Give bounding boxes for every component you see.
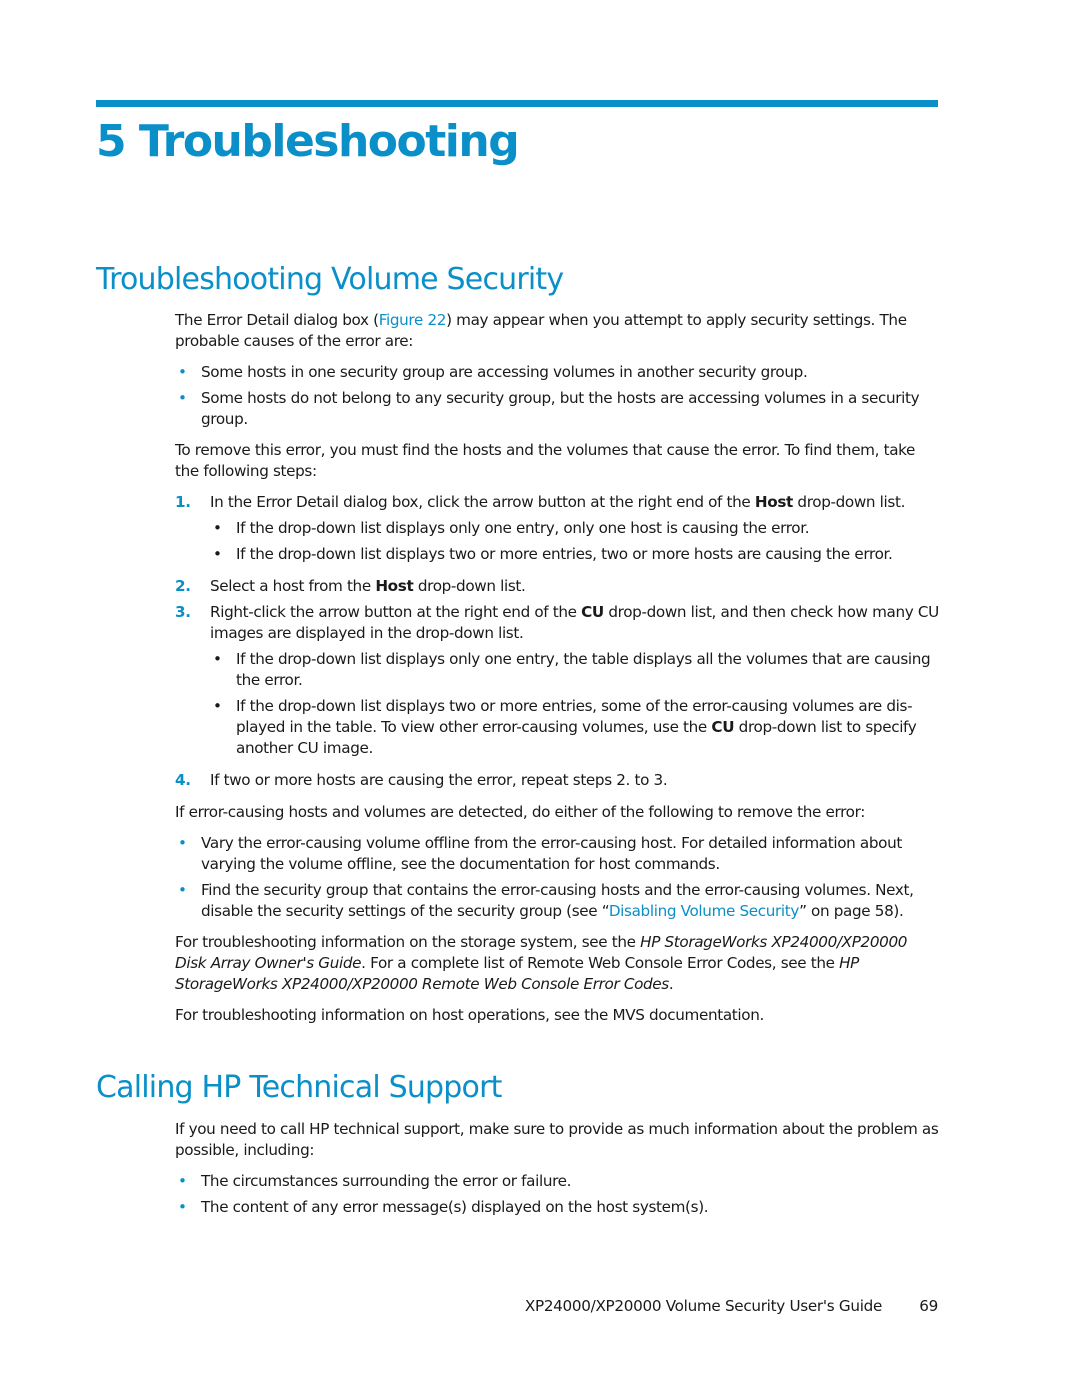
steps-list: 1. In the Error Detail dialog box, click … xyxy=(175,492,940,791)
step-number: 1. xyxy=(175,493,191,511)
bullet-icon: • xyxy=(178,834,187,852)
list-item-text: The content of any error message(s) disp… xyxy=(201,1198,709,1216)
sub-item: • If the drop-down list displays two or m… xyxy=(175,696,940,759)
bullet-icon: • xyxy=(213,545,222,563)
support-list: • The circumstances surrounding the error… xyxy=(175,1171,940,1218)
ui-term: Host xyxy=(375,577,414,595)
list-item-text: Some hosts in one security group are acc… xyxy=(201,363,808,381)
host-ops-paragraph: For troubleshooting information on host … xyxy=(175,1006,764,1024)
figure-22-link[interactable]: Figure 22 xyxy=(379,311,447,329)
page-number: 69 xyxy=(919,1297,938,1315)
list-item: • Find the security group that contains t… xyxy=(175,880,940,922)
list-item: • The content of any error message(s) dis… xyxy=(175,1197,940,1218)
sub-item-text: If the drop-down list displays only one … xyxy=(236,650,931,689)
list-item: • Some hosts in one security group are ac… xyxy=(175,362,940,383)
bullet-icon: • xyxy=(213,650,222,668)
ui-term: CU xyxy=(711,718,735,736)
step-item: 1. In the Error Detail dialog box, click … xyxy=(175,492,940,513)
step-item: 4. If two or more hosts are causing the e… xyxy=(175,770,940,791)
chapter-title: 5 Troubleshooting xyxy=(96,116,520,167)
bullet-icon: • xyxy=(213,697,222,715)
step-text: drop-down list. xyxy=(792,493,906,511)
list-item: • Some hosts do not belong to any securit… xyxy=(175,388,940,430)
section-heading-tech-support: Calling HP Technical Support xyxy=(96,1070,502,1105)
remedy-intro: If error-causing hosts and volumes are d… xyxy=(175,803,865,821)
step-item: 2. Select a host from the Host drop-down … xyxy=(175,576,940,597)
bullet-icon: • xyxy=(178,389,187,407)
list-item: • The circumstances surrounding the error… xyxy=(175,1171,940,1192)
step-item: 3. Right-click the arrow button at the ri… xyxy=(175,602,940,644)
step-text: If two or more hosts are causing the err… xyxy=(210,771,668,789)
section-heading-volume-security: Troubleshooting Volume Security xyxy=(96,262,564,297)
steps-intro: To remove this error, you must find the … xyxy=(175,441,916,480)
bullet-icon: • xyxy=(213,519,222,537)
sub-item: • If the drop-down list displays two or m… xyxy=(175,544,940,565)
sub-item-text: If the drop-down list displays only one … xyxy=(236,519,810,537)
step-number: 2. xyxy=(175,577,191,595)
section-body-tech-support: If you need to call HP technical support… xyxy=(175,1119,940,1218)
list-item-text: The circumstances surrounding the error … xyxy=(201,1172,572,1190)
step-text: Select a host from the xyxy=(210,577,376,595)
list-item-text: ” on page 58). xyxy=(799,902,904,920)
ui-term: CU xyxy=(581,603,604,621)
sub-item: • If the drop-down list displays only one… xyxy=(175,649,940,691)
ui-term: Host xyxy=(754,493,793,511)
remedy-list: • Vary the error-causing volume offline f… xyxy=(175,833,940,922)
chapter-rule xyxy=(96,100,938,107)
footer-doc-title: XP24000/XP20000 Volume Security User's G… xyxy=(524,1297,882,1315)
support-intro: If you need to call HP technical support… xyxy=(175,1120,939,1159)
step-number: 4. xyxy=(175,771,191,789)
causes-list: • Some hosts in one security group are ac… xyxy=(175,362,940,430)
section-body-volume-security: The Error Detail dialog box (Figure 22) … xyxy=(175,310,940,1026)
list-item: • Vary the error-causing volume offline f… xyxy=(175,833,940,875)
intro-text: The Error Detail dialog box ( xyxy=(175,311,379,329)
step-text: Right-click the arrow button at the righ… xyxy=(210,603,582,621)
sub-item: • If the drop-down list displays only one… xyxy=(175,518,940,539)
bullet-icon: • xyxy=(178,1198,187,1216)
list-item-text: Some hosts do not belong to any security… xyxy=(201,389,920,428)
paragraph-text: . xyxy=(668,975,674,993)
step-number: 3. xyxy=(175,603,191,621)
storage-paragraph: For troubleshooting information on the s… xyxy=(175,932,940,995)
paragraph-text: . For a complete list of Remote Web Cons… xyxy=(361,954,840,972)
bullet-icon: • xyxy=(178,1172,187,1190)
step-text: In the Error Detail dialog box, click th… xyxy=(210,493,755,511)
intro-paragraph: The Error Detail dialog box (Figure 22) … xyxy=(175,310,940,352)
step-text: drop-down list. xyxy=(413,577,526,595)
paragraph-text: For troubleshooting information on the s… xyxy=(175,933,641,951)
bullet-icon: • xyxy=(178,363,187,381)
list-item-text: Vary the error-causing volume offline fr… xyxy=(201,834,902,873)
sub-item-text: If the drop-down list displays two or mo… xyxy=(236,545,893,563)
bullet-icon: • xyxy=(178,881,187,899)
disabling-volume-security-link[interactable]: Disabling Volume Security xyxy=(609,902,800,920)
